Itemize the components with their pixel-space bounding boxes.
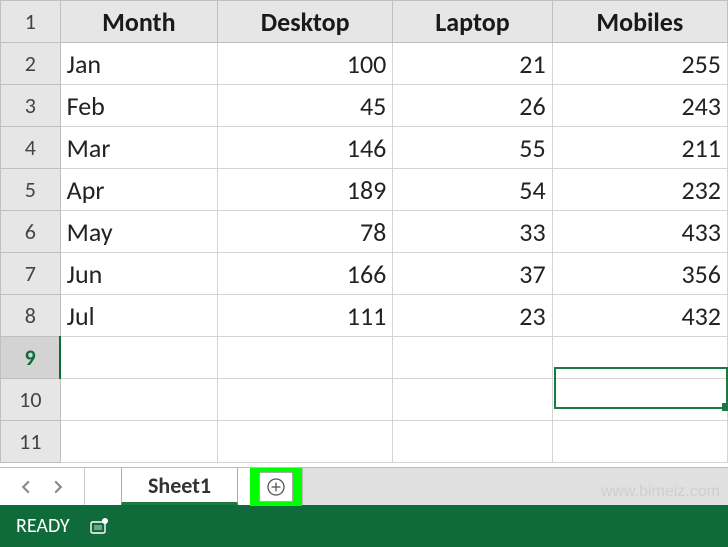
cell[interactable] <box>60 379 217 421</box>
add-sheet-highlight <box>250 468 302 506</box>
cell[interactable]: 211 <box>552 127 727 169</box>
cell[interactable]: Jan <box>60 43 217 85</box>
sheet-tab-bar: Sheet1 <box>0 467 728 505</box>
cell[interactable]: 45 <box>218 85 393 127</box>
cell[interactable]: 100 <box>218 43 393 85</box>
row-header[interactable]: 1 <box>1 1 61 43</box>
add-sheet-button[interactable] <box>259 472 293 502</box>
cell[interactable] <box>218 421 393 463</box>
cell[interactable]: 54 <box>393 169 552 211</box>
row-header[interactable]: 5 <box>1 169 61 211</box>
cell[interactable]: 21 <box>393 43 552 85</box>
cell[interactable]: 78 <box>218 211 393 253</box>
tab-bar-spacer <box>302 468 728 505</box>
cell[interactable]: 26 <box>393 85 552 127</box>
plus-circle-icon <box>266 477 286 497</box>
cell[interactable] <box>552 379 727 421</box>
cell[interactable]: 166 <box>218 253 393 295</box>
cell[interactable] <box>393 379 552 421</box>
row-header-selected[interactable]: 9 <box>1 337 61 379</box>
cell[interactable]: 356 <box>552 253 727 295</box>
cell[interactable] <box>218 337 393 379</box>
row-header[interactable]: 4 <box>1 127 61 169</box>
cell[interactable]: Jul <box>60 295 217 337</box>
status-text: READY <box>16 514 70 538</box>
sheet-nav-prev-icon[interactable] <box>12 473 40 501</box>
cell[interactable]: 243 <box>552 85 727 127</box>
cell[interactable] <box>60 337 217 379</box>
cell[interactable] <box>60 421 217 463</box>
cell[interactable] <box>552 421 727 463</box>
sheet-nav-next-icon[interactable] <box>44 473 72 501</box>
cell[interactable]: 37 <box>393 253 552 295</box>
cell[interactable]: 232 <box>552 169 727 211</box>
row-header[interactable]: 6 <box>1 211 61 253</box>
column-header-laptop[interactable]: Laptop <box>393 1 552 43</box>
row-header[interactable]: 11 <box>1 421 61 463</box>
cell[interactable]: 146 <box>218 127 393 169</box>
cell[interactable] <box>393 337 552 379</box>
cell[interactable]: 433 <box>552 211 727 253</box>
cell[interactable]: May <box>60 211 217 253</box>
column-header-desktop[interactable]: Desktop <box>218 1 393 43</box>
cell[interactable]: Apr <box>60 169 217 211</box>
cell[interactable] <box>218 379 393 421</box>
cell[interactable] <box>552 337 727 379</box>
row-header[interactable]: 10 <box>1 379 61 421</box>
column-header-month[interactable]: Month <box>60 1 217 43</box>
cell[interactable]: Jun <box>60 253 217 295</box>
column-header-mobiles[interactable]: Mobiles <box>552 1 727 43</box>
cell[interactable]: Mar <box>60 127 217 169</box>
row-header[interactable]: 7 <box>1 253 61 295</box>
status-bar: READY <box>0 505 728 547</box>
sheet-tab-active[interactable]: Sheet1 <box>121 468 238 505</box>
cell[interactable]: 55 <box>393 127 552 169</box>
cell[interactable]: 432 <box>552 295 727 337</box>
cell[interactable]: 23 <box>393 295 552 337</box>
row-header[interactable]: 3 <box>1 85 61 127</box>
row-header[interactable]: 2 <box>1 43 61 85</box>
cell[interactable]: 255 <box>552 43 727 85</box>
cell[interactable]: 189 <box>218 169 393 211</box>
cell[interactable] <box>393 421 552 463</box>
cell[interactable]: Feb <box>60 85 217 127</box>
row-header[interactable]: 8 <box>1 295 61 337</box>
spreadsheet-grid[interactable]: 1 Month Desktop Laptop Mobiles 2 Jan 100… <box>0 0 728 467</box>
cell[interactable]: 33 <box>393 211 552 253</box>
cell[interactable]: 111 <box>218 295 393 337</box>
macro-recording-icon[interactable] <box>88 515 110 537</box>
